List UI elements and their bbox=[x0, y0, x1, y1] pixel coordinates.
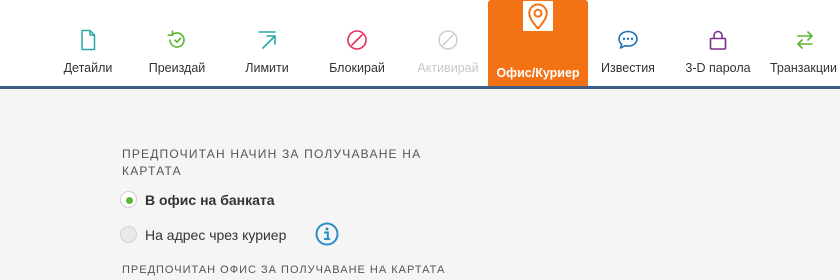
location-pin-icon bbox=[523, 1, 553, 31]
tab-reissue[interactable]: Преиздай bbox=[144, 0, 210, 86]
delivery-option-office-label: В офис на банката bbox=[145, 191, 275, 208]
delivery-option-courier[interactable]: На адрес чрез куриер bbox=[120, 226, 286, 243]
reissue-icon bbox=[167, 30, 185, 48]
chat-bubble-icon bbox=[618, 30, 638, 49]
tab-reissue-label: Преиздай bbox=[148, 61, 206, 75]
activate-icon bbox=[438, 30, 458, 50]
tab-3d-password[interactable]: 3-D парола bbox=[682, 0, 754, 86]
document-icon bbox=[81, 29, 96, 51]
tab-3d-password-label: 3-D парола bbox=[685, 61, 751, 75]
limits-icon bbox=[258, 31, 276, 49]
delivery-panel bbox=[0, 89, 840, 280]
radio-courier[interactable] bbox=[120, 226, 137, 243]
tab-office-courier[interactable]: Офис/Куриер bbox=[488, 0, 588, 86]
delivery-method-title: ПРЕДПОЧИТАН НАЧИН ЗА ПОЛУЧАВАНЕ НА КАРТА… bbox=[122, 147, 422, 178]
tab-details-label: Детайли bbox=[63, 61, 113, 75]
tab-notifications-label: Известия bbox=[601, 61, 655, 75]
tab-office-courier-label: Офис/Куриер bbox=[496, 66, 580, 80]
tab-limits[interactable]: Лимити bbox=[236, 0, 298, 86]
tab-block[interactable]: Блокирай bbox=[323, 0, 391, 86]
tab-activate: Активирай bbox=[413, 0, 483, 86]
block-icon bbox=[347, 30, 367, 50]
office-title: ПРЕДПОЧИТАН ОФИС ЗА ПОЛУЧАВАНЕ НА КАРТАТ… bbox=[122, 264, 446, 276]
tab-transactions-label: Транзакции bbox=[770, 61, 838, 75]
card-actions-toolbar: Детайли Преиздай Лимити Блокирай Активир… bbox=[0, 0, 840, 86]
lock-icon bbox=[709, 30, 727, 50]
radio-office[interactable] bbox=[120, 191, 137, 208]
info-icon[interactable] bbox=[315, 222, 339, 246]
tab-details[interactable]: Детайли bbox=[58, 0, 118, 86]
tab-notifications[interactable]: Известия bbox=[597, 0, 659, 86]
tab-activate-label: Активирай bbox=[417, 61, 479, 75]
tab-block-label: Блокирай bbox=[329, 61, 385, 75]
tab-transactions[interactable]: Транзакции bbox=[770, 0, 840, 86]
delivery-option-office[interactable]: В офис на банката bbox=[120, 191, 275, 208]
transfer-arrows-icon bbox=[797, 31, 813, 49]
delivery-option-courier-label: На адрес чрез куриер bbox=[145, 226, 287, 243]
tab-limits-label: Лимити bbox=[245, 61, 289, 75]
